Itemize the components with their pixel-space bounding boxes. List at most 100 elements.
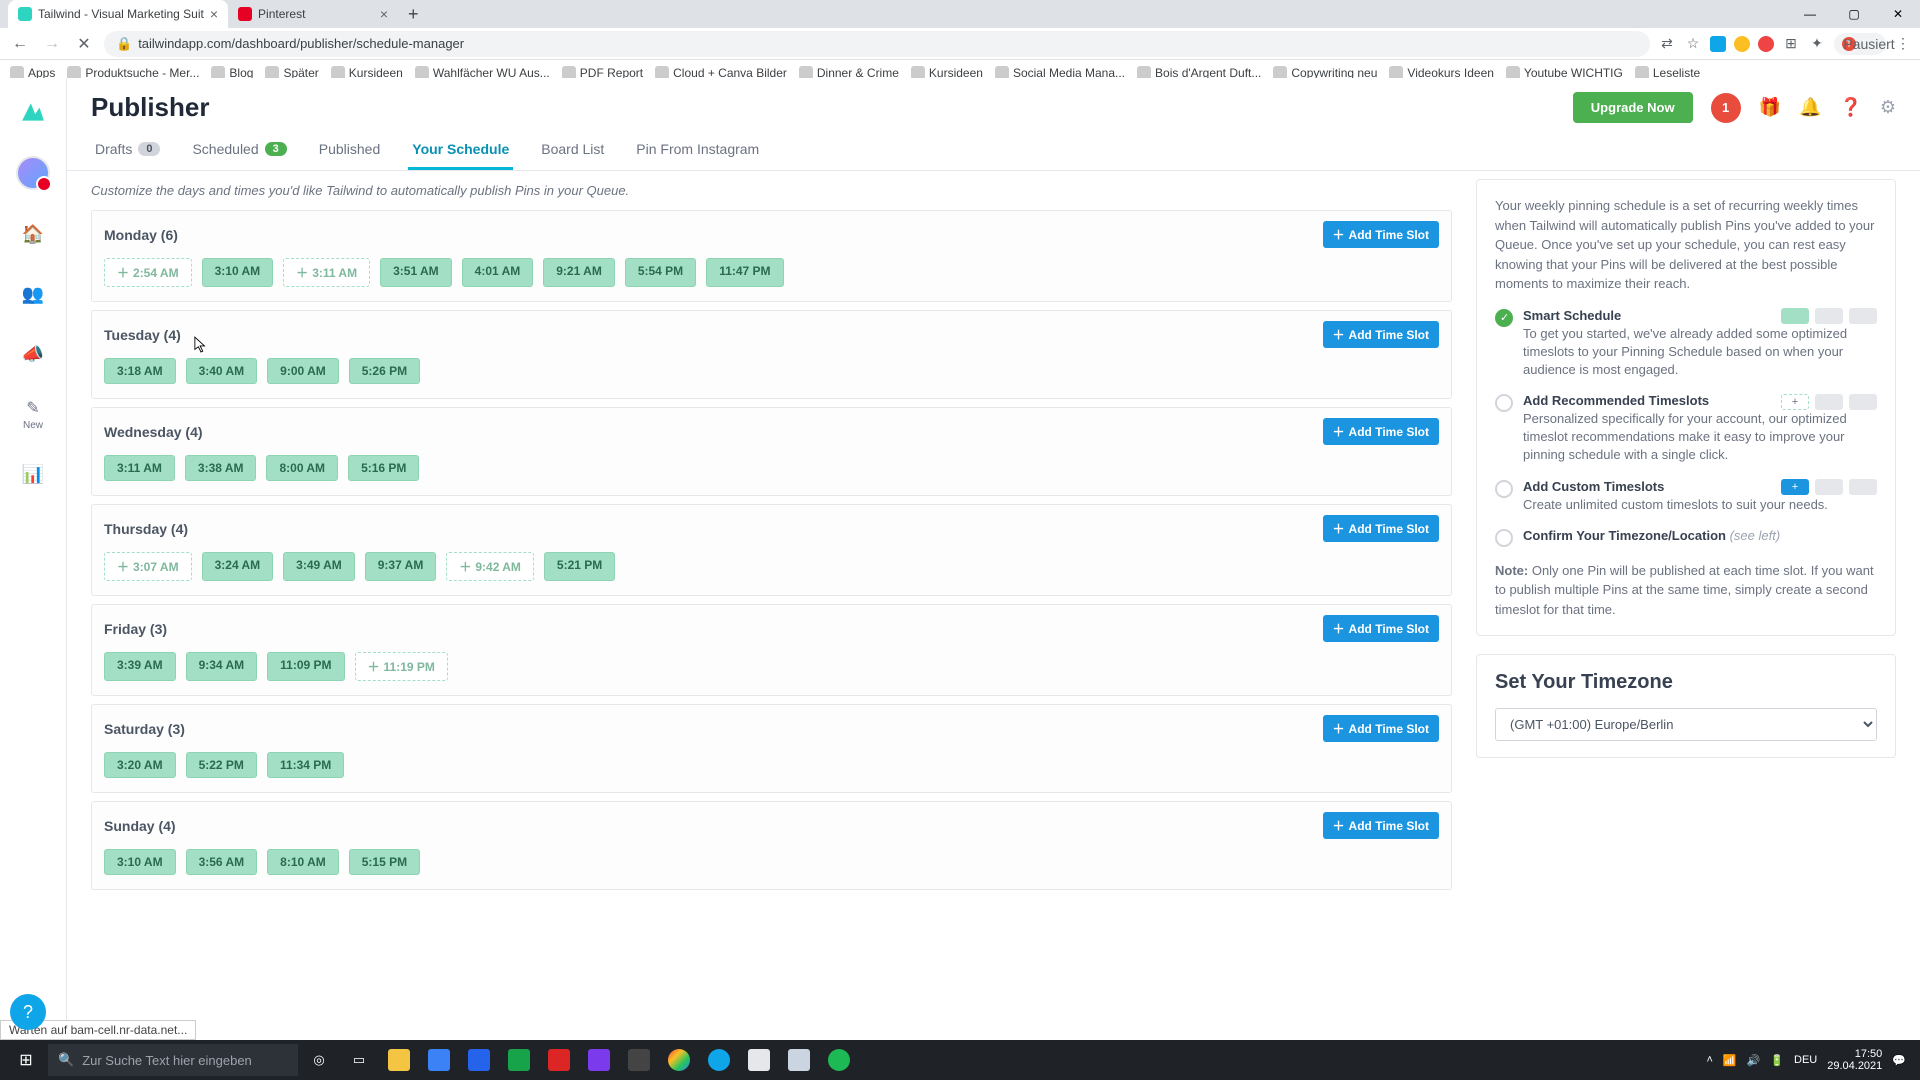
tray-lang[interactable]: DEU <box>1794 1054 1817 1066</box>
extension-icon[interactable] <box>1758 36 1774 52</box>
publisher-tab[interactable]: Published <box>315 131 385 170</box>
new-tab-button[interactable]: + <box>398 4 429 25</box>
time-slot[interactable]: 11:09 PM <box>267 652 344 681</box>
time-slot[interactable]: 9:00 AM <box>267 358 339 384</box>
publisher-tab[interactable]: Scheduled3 <box>188 131 290 170</box>
extension-icon[interactable] <box>1734 36 1750 52</box>
notif-count[interactable]: 1 <box>1711 93 1741 123</box>
home-icon[interactable]: 🏠 <box>17 218 49 250</box>
close-tab-icon[interactable]: × <box>210 6 218 22</box>
add-time-slot-button[interactable]: ＋Add Time Slot <box>1323 812 1439 839</box>
publisher-tab[interactable]: Board List <box>537 131 608 170</box>
taskbar-app[interactable] <box>660 1040 698 1080</box>
bell-icon[interactable]: 🔔 <box>1799 97 1821 118</box>
maximize-button[interactable]: ▢ <box>1832 0 1876 28</box>
extension-icon[interactable]: ⊞ <box>1782 35 1800 53</box>
people-icon[interactable]: 👥 <box>17 278 49 310</box>
publisher-tab[interactable]: Your Schedule <box>408 131 513 170</box>
minimize-button[interactable]: — <box>1788 0 1832 28</box>
add-time-slot-button[interactable]: ＋Add Time Slot <box>1323 418 1439 445</box>
reload-button[interactable]: ✕ <box>72 34 96 54</box>
task-view-button[interactable]: ◎ <box>300 1040 338 1080</box>
notifications-icon[interactable]: 💬 <box>1892 1054 1906 1067</box>
time-slot[interactable]: 3:11 AM <box>104 455 175 481</box>
time-slot[interactable]: 5:22 PM <box>186 752 257 778</box>
volume-icon[interactable]: 🔊 <box>1747 1054 1761 1067</box>
wifi-icon[interactable]: 📶 <box>1723 1054 1737 1067</box>
translate-icon[interactable]: ⇄ <box>1658 35 1676 53</box>
time-slot[interactable]: 8:10 AM <box>267 849 339 875</box>
add-time-slot-button[interactable]: ＋Add Time Slot <box>1323 221 1439 248</box>
profile-pill[interactable]: T Pausiert <box>1834 33 1886 55</box>
add-time-slot-button[interactable]: ＋Add Time Slot <box>1323 321 1439 348</box>
time-slot[interactable]: 8:00 AM <box>266 455 338 481</box>
time-slot[interactable]: 5:26 PM <box>349 358 420 384</box>
add-time-slot-button[interactable]: ＋Add Time Slot <box>1323 615 1439 642</box>
taskbar-search[interactable]: 🔍 Zur Suche Text hier eingeben <box>48 1044 298 1076</box>
time-slot[interactable]: 3:49 AM <box>283 552 355 581</box>
time-slot[interactable]: 9:34 AM <box>186 652 258 681</box>
time-slot-suggested[interactable]: ＋3:07 AM <box>104 552 192 581</box>
forward-button[interactable]: → <box>40 35 64 53</box>
taskbar-app[interactable] <box>500 1040 538 1080</box>
start-button[interactable]: ⊞ <box>6 1040 46 1080</box>
time-slot[interactable]: 5:16 PM <box>348 455 419 481</box>
upgrade-button[interactable]: Upgrade Now <box>1573 92 1693 123</box>
taskbar-app[interactable] <box>460 1040 498 1080</box>
time-slot[interactable]: 3:38 AM <box>185 455 257 481</box>
time-slot-suggested[interactable]: ＋3:11 AM <box>283 258 370 287</box>
taskbar-app[interactable] <box>540 1040 578 1080</box>
time-slot[interactable]: 4:01 AM <box>462 258 534 287</box>
close-tab-icon[interactable]: × <box>380 6 388 22</box>
time-slot[interactable]: 3:20 AM <box>104 752 176 778</box>
publisher-tab[interactable]: Drafts0 <box>91 131 164 170</box>
time-slot[interactable]: 3:39 AM <box>104 652 176 681</box>
back-button[interactable]: ← <box>8 35 32 53</box>
time-slot[interactable]: 3:24 AM <box>202 552 274 581</box>
taskbar-app[interactable] <box>820 1040 858 1080</box>
taskbar-app[interactable] <box>420 1040 458 1080</box>
time-slot-suggested[interactable]: ＋2:54 AM <box>104 258 192 287</box>
taskbar-app[interactable] <box>740 1040 778 1080</box>
browser-tab[interactable]: Tailwind - Visual Marketing Suit× <box>8 0 228 28</box>
browser-tab[interactable]: Pinterest× <box>228 0 398 28</box>
account-avatar[interactable] <box>16 156 50 190</box>
time-slot-suggested[interactable]: ＋9:42 AM <box>446 552 534 581</box>
url-field[interactable]: 🔒 tailwindapp.com/dashboard/publisher/sc… <box>104 31 1650 57</box>
close-window-button[interactable]: ✕ <box>1876 0 1920 28</box>
taskbar-app[interactable] <box>780 1040 818 1080</box>
new-button[interactable]: ✎New <box>17 398 49 430</box>
taskbar-app[interactable] <box>700 1040 738 1080</box>
star-icon[interactable]: ☆ <box>1684 35 1702 53</box>
time-slot[interactable]: 11:47 PM <box>706 258 783 287</box>
time-slot[interactable]: 3:56 AM <box>186 849 258 875</box>
gift-icon[interactable]: 🎁 <box>1759 97 1781 118</box>
taskbar-app[interactable] <box>620 1040 658 1080</box>
chrome-menu-icon[interactable]: ⋮ <box>1894 35 1912 53</box>
gear-icon[interactable]: ⚙ <box>1880 97 1896 118</box>
time-slot[interactable]: 9:37 AM <box>365 552 437 581</box>
time-slot[interactable]: 11:34 PM <box>267 752 344 778</box>
time-slot-suggested[interactable]: ＋11:19 PM <box>355 652 448 681</box>
publisher-tab[interactable]: Pin From Instagram <box>632 131 763 170</box>
add-time-slot-button[interactable]: ＋Add Time Slot <box>1323 515 1439 542</box>
time-slot[interactable]: 5:54 PM <box>625 258 696 287</box>
taskbar-app[interactable]: ▭ <box>340 1040 378 1080</box>
time-slot[interactable]: 3:10 AM <box>104 849 176 875</box>
tray-chevron-icon[interactable]: ˄ <box>1706 1054 1712 1066</box>
time-slot[interactable]: 3:51 AM <box>380 258 452 287</box>
time-slot[interactable]: 3:18 AM <box>104 358 176 384</box>
time-slot[interactable]: 3:10 AM <box>202 258 274 287</box>
time-slot[interactable]: 9:21 AM <box>543 258 615 287</box>
analytics-icon[interactable]: 📊 <box>17 458 49 490</box>
time-slot[interactable]: 5:15 PM <box>349 849 420 875</box>
battery-icon[interactable]: 🔋 <box>1770 1054 1784 1067</box>
logo-icon[interactable] <box>17 96 49 128</box>
add-time-slot-button[interactable]: ＋Add Time Slot <box>1323 715 1439 742</box>
help-icon[interactable]: ❓ <box>1839 97 1861 118</box>
help-widget[interactable]: ? <box>10 994 46 1030</box>
taskbar-app[interactable] <box>580 1040 618 1080</box>
time-slot[interactable]: 3:40 AM <box>186 358 258 384</box>
time-slot[interactable]: 5:21 PM <box>544 552 615 581</box>
megaphone-icon[interactable]: 📣 <box>17 338 49 370</box>
